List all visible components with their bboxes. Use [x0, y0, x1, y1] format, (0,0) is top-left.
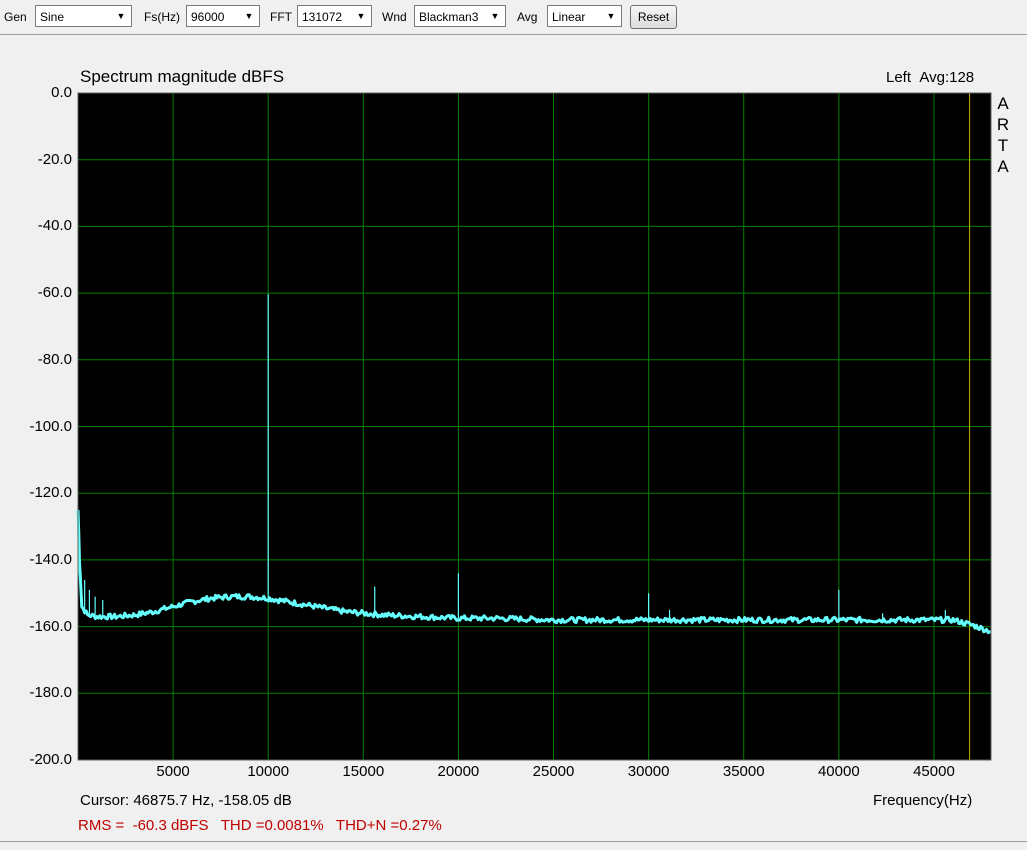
cursor-readout: Cursor: 46875.7 Hz, -158.05 dB — [80, 792, 292, 809]
measurement-readout: RMS = -60.3 dBFS THD =0.0081% THD+N =0.2… — [78, 817, 442, 834]
spectrum-plot[interactable] — [0, 0, 1027, 849]
x-axis-label: Frequency(Hz) — [873, 792, 973, 809]
